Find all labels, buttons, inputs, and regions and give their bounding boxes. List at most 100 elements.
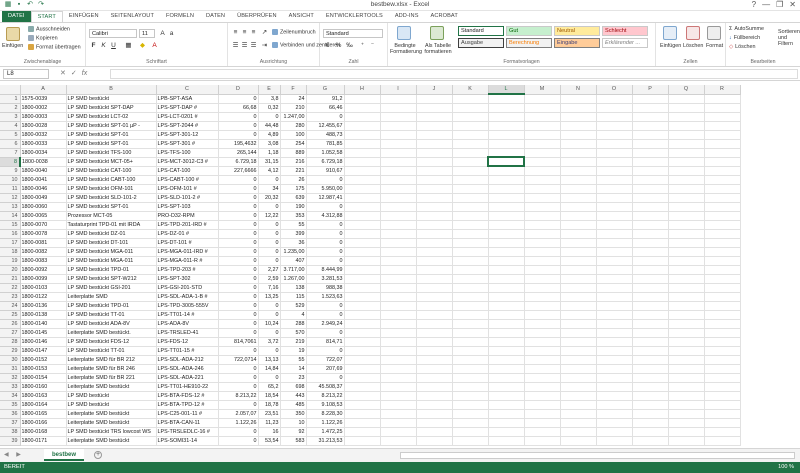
column-header-m[interactable]: M [524,85,561,95]
row-header[interactable]: 3 [0,112,21,122]
cell-n22[interactable] [560,283,597,293]
cell-b7[interactable]: LP SMD bestückt TFS-100 [66,148,157,158]
cell-r25[interactable] [704,310,741,320]
orientation-icon[interactable]: ↗ [260,28,269,37]
cell-q6[interactable] [668,139,705,149]
cell-c15[interactable]: LPS-TPD-201-IRD # [156,220,219,230]
cell-d29[interactable]: 0 [218,346,259,356]
cell-q33[interactable] [668,382,705,392]
cell-b27[interactable]: Leiterplatte SMD bestückt. [66,328,157,338]
column-header-n[interactable]: N [560,85,597,95]
format-cells-icon[interactable] [707,26,721,40]
cell-i19[interactable] [380,256,417,266]
cell-k11[interactable] [452,184,489,194]
cell-o28[interactable] [596,337,633,347]
cell-a30[interactable]: 1800-0152 [20,355,67,365]
cell-g6[interactable]: 781,85 [306,139,345,149]
cell-o35[interactable] [596,400,633,410]
cell-h1[interactable] [344,94,381,104]
cell-g3[interactable]: 0 [306,112,345,122]
cell-e17[interactable]: 0 [258,238,281,248]
cell-r2[interactable] [704,103,741,113]
column-header-h[interactable]: H [344,85,381,95]
cell-a25[interactable]: 1800-0138 [20,310,67,320]
cell-m27[interactable] [524,328,561,338]
cell-p2[interactable] [632,103,669,113]
cell-l9[interactable] [488,166,525,176]
cell-e19[interactable]: 0 [258,256,281,266]
cell-r22[interactable] [704,283,741,293]
cell-r23[interactable] [704,292,741,302]
cell-l37[interactable] [488,418,525,428]
cell-e10[interactable]: 0 [258,175,281,185]
cell-c33[interactable]: LPS-TT01-HE910-22 [156,382,219,392]
cell-e35[interactable]: 18,78 [258,400,281,410]
cell-f6[interactable]: 254 [280,139,307,149]
cell-h17[interactable] [344,238,381,248]
cell-b5[interactable]: LP SMD bestückt SPT-01 [66,130,157,140]
cell-f14[interactable]: 353 [280,211,307,221]
cell-g39[interactable]: 31.213,53 [306,436,345,446]
restore-icon[interactable]: ❐ [776,0,783,9]
column-header-f[interactable]: F [280,85,307,95]
cell-h9[interactable] [344,166,381,176]
cell-a21[interactable]: 1800-0099 [20,274,67,284]
row-header[interactable]: 7 [0,148,21,158]
cell-b12[interactable]: LP SMD bestückt SLD-101-2 [66,193,157,203]
cell-f26[interactable]: 288 [280,319,307,329]
cell-d26[interactable]: 0 [218,319,259,329]
cell-c37[interactable]: LPS-BTA-CAN-11 [156,418,219,428]
cell-m21[interactable] [524,274,561,284]
cell-q16[interactable] [668,229,705,239]
cell-e27[interactable]: 0 [258,328,281,338]
cell-n14[interactable] [560,211,597,221]
cell-c36[interactable]: LPS-C25-001-11 # [156,409,219,419]
cell-m19[interactable] [524,256,561,266]
cell-l10[interactable] [488,175,525,185]
cell-l16[interactable] [488,229,525,239]
cell-a38[interactable]: 1800-0168 [20,427,67,437]
cell-b1[interactable]: LP SMD bestückt [66,94,157,104]
cell-p8[interactable] [632,157,669,167]
cell-r10[interactable] [704,175,741,185]
cell-o18[interactable] [596,247,633,257]
cell-g11[interactable]: 5.950,00 [306,184,345,194]
cell-r27[interactable] [704,328,741,338]
cell-k10[interactable] [452,175,489,185]
cell-e31[interactable]: 14,84 [258,364,281,374]
column-header-p[interactable]: P [632,85,669,95]
cell-h32[interactable] [344,373,381,383]
insert-cells-icon[interactable] [663,26,677,40]
cell-l7[interactable] [488,148,525,158]
cell-n35[interactable] [560,400,597,410]
cell-c25[interactable]: LPS-TT01-14 # [156,310,219,320]
tab-page-layout[interactable]: SEITENLAYOUT [105,11,160,22]
cell-j35[interactable] [416,400,453,410]
cell-d12[interactable]: 0 [218,193,259,203]
cell-h23[interactable] [344,292,381,302]
cell-q29[interactable] [668,346,705,356]
cell-e21[interactable]: 2,59 [258,274,281,284]
currency-icon[interactable]: € [323,41,332,50]
cell-o16[interactable] [596,229,633,239]
cell-a32[interactable]: 1800-0154 [20,373,67,383]
cell-i36[interactable] [380,409,417,419]
cell-i39[interactable] [380,436,417,446]
row-header[interactable]: 20 [0,265,21,275]
cell-m30[interactable] [524,355,561,365]
cell-i34[interactable] [380,391,417,401]
cell-i31[interactable] [380,364,417,374]
cell-j5[interactable] [416,130,453,140]
cell-q15[interactable] [668,220,705,230]
cell-o20[interactable] [596,265,633,275]
cell-f34[interactable]: 443 [280,391,307,401]
tab-formulas[interactable]: FORMELN [160,11,200,22]
cell-r19[interactable] [704,256,741,266]
cell-k36[interactable] [452,409,489,419]
cell-g7[interactable]: 1.052,58 [306,148,345,158]
column-header-o[interactable]: O [596,85,633,95]
cell-l24[interactable] [488,301,525,311]
cell-m22[interactable] [524,283,561,293]
cell-r21[interactable] [704,274,741,284]
cell-b8[interactable]: LP SMD bestückt MCT-05+ [66,157,157,167]
